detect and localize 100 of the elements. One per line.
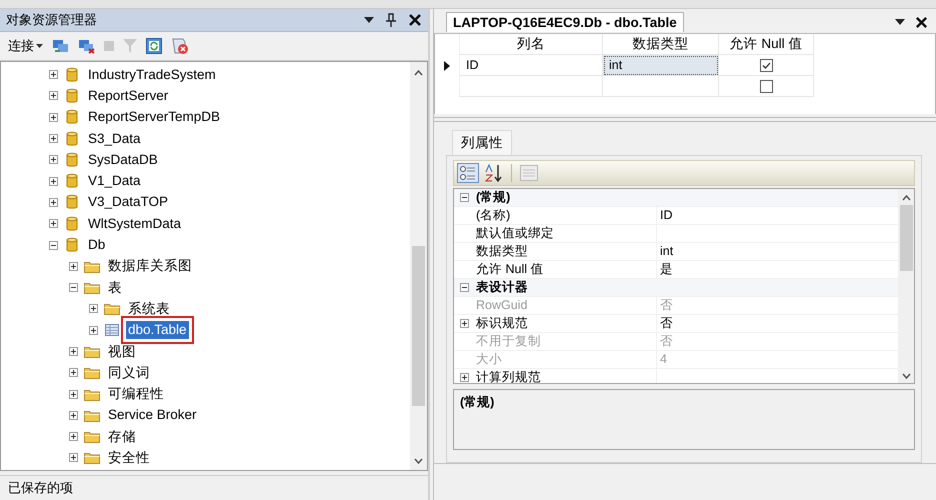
expand-icon[interactable]: [49, 91, 58, 100]
database-icon: [66, 66, 78, 83]
folder-icon: [84, 281, 100, 294]
database-icon: [66, 173, 78, 190]
folder-icon: [104, 302, 120, 316]
tree-item[interactable]: 同义词: [106, 364, 152, 382]
status-text: 已保存的项: [8, 479, 73, 497]
property-name: 数据类型: [476, 244, 528, 258]
close-icon[interactable]: [915, 16, 928, 28]
property-value[interactable]: ID: [660, 208, 672, 224]
property-value[interactable]: 是: [660, 262, 673, 278]
checkbox[interactable]: [760, 58, 772, 72]
property-value[interactable]: int: [660, 244, 674, 260]
data-type-cell[interactable]: [603, 76, 719, 97]
pin-icon[interactable]: [386, 13, 396, 27]
expand-icon[interactable]: [89, 326, 98, 335]
tree-item[interactable]: dbo.Table: [126, 321, 189, 340]
expand-icon[interactable]: [49, 176, 58, 186]
tree-item[interactable]: S3_Data: [86, 130, 143, 148]
scroll-down-icon[interactable]: [902, 373, 910, 380]
expand-icon[interactable]: [69, 347, 78, 356]
expand-icon[interactable]: [69, 453, 78, 462]
panel-title: 对象资源管理器: [6, 11, 98, 29]
expand-icon[interactable]: [69, 390, 78, 399]
property-name: (名称): [476, 208, 510, 222]
dropdown-icon[interactable]: [364, 17, 374, 23]
categorized-icon[interactable]: [457, 163, 479, 184]
property-name: 计算列规范: [476, 370, 541, 384]
category-label: 表设计器: [475, 280, 529, 296]
expand-icon[interactable]: [49, 219, 58, 228]
collapse-icon[interactable]: [49, 240, 58, 250]
column-header[interactable]: 列名: [460, 34, 603, 55]
tree-item[interactable]: 存储: [106, 428, 138, 446]
tree-item[interactable]: WltSystemData: [86, 214, 184, 233]
data-type-cell[interactable]: int: [603, 55, 719, 76]
expand-icon[interactable]: [49, 155, 58, 164]
scrollbar[interactable]: [898, 189, 914, 384]
tree-item[interactable]: IndustryTradeSystem: [86, 66, 218, 84]
tree-item[interactable]: 可编程性: [106, 385, 166, 404]
expand-icon[interactable]: [69, 262, 78, 271]
tree-item[interactable]: ReportServer: [86, 86, 170, 105]
column-header[interactable]: 允许 Null 值: [719, 34, 814, 55]
expand-icon[interactable]: [49, 70, 58, 80]
tree-item[interactable]: 系统表: [126, 300, 172, 318]
tree-item[interactable]: 数据库关系图: [106, 257, 194, 276]
scroll-up-icon[interactable]: [902, 195, 910, 202]
connect-server-icon[interactable]: [52, 38, 69, 54]
expand-icon[interactable]: [460, 319, 468, 328]
script-stop-icon[interactable]: [171, 37, 189, 55]
folder-icon: [84, 451, 100, 464]
expand-icon[interactable]: [460, 373, 468, 382]
property-value[interactable]: 否: [660, 316, 673, 332]
expand-icon[interactable]: [69, 410, 78, 420]
tree-item[interactable]: ReportServerTempDB: [86, 108, 222, 126]
close-icon[interactable]: [408, 13, 422, 27]
expand-icon[interactable]: [49, 134, 58, 144]
description-text: (常规): [460, 395, 494, 410]
document-tab[interactable]: LAPTOP-Q16E4EC9.Db - dbo.Table: [446, 12, 684, 32]
property-name: 允许 Null 值: [476, 262, 544, 276]
refresh-icon[interactable]: [146, 38, 162, 54]
collapse-icon[interactable]: [460, 283, 468, 292]
scroll-up-icon[interactable]: [414, 70, 423, 76]
expand-icon[interactable]: [69, 368, 78, 378]
database-icon: [66, 88, 78, 104]
tree-item[interactable]: Db: [86, 236, 108, 254]
connect-button[interactable]: 连接: [8, 37, 43, 55]
caret-icon[interactable]: [36, 44, 43, 48]
database-icon: [66, 109, 78, 126]
tree-item[interactable]: V1_Data: [86, 172, 143, 190]
tree-item[interactable]: 视图: [106, 342, 138, 360]
database-icon: [66, 152, 78, 168]
disconnect-icon[interactable]: [78, 38, 95, 54]
scroll-down-icon[interactable]: [414, 458, 423, 464]
checkbox[interactable]: [760, 80, 772, 92]
collapse-icon[interactable]: [69, 283, 78, 292]
tree-item[interactable]: V3_DataTOP: [86, 193, 170, 212]
folder-icon: [84, 430, 100, 444]
current-row-icon: [444, 60, 450, 70]
tree-item[interactable]: Service Broker: [106, 406, 199, 424]
dropdown-icon[interactable]: [895, 19, 905, 25]
folder-icon: [84, 408, 100, 422]
tree-item[interactable]: 安全性: [106, 448, 152, 467]
property-name: 大小: [476, 352, 502, 366]
database-icon: [66, 216, 78, 232]
tree-item[interactable]: 表: [106, 278, 124, 297]
column-name-cell[interactable]: [460, 76, 603, 97]
folder-icon: [84, 388, 100, 401]
expand-icon[interactable]: [49, 198, 58, 207]
folder-icon: [84, 366, 100, 380]
tree-item[interactable]: SysDataDB: [86, 150, 160, 169]
expand-icon[interactable]: [49, 112, 58, 122]
scrollbar[interactable]: [410, 62, 427, 470]
expand-icon[interactable]: [89, 304, 98, 314]
expand-icon[interactable]: [69, 432, 78, 442]
folder-icon: [84, 345, 100, 358]
folder-icon: [84, 260, 100, 273]
table-icon: [105, 324, 119, 336]
properties-tab[interactable]: 列属性: [452, 130, 512, 156]
collapse-icon[interactable]: [460, 193, 468, 202]
sort-alphabetical-icon[interactable]: [483, 163, 503, 184]
